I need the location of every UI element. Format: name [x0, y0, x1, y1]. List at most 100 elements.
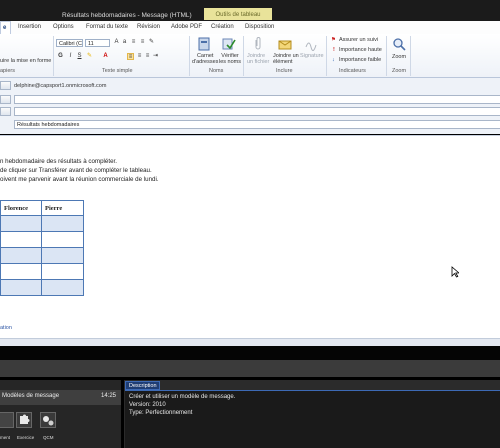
tab-description[interactable]: Description	[125, 381, 160, 390]
flag-icon: ⚑	[331, 37, 336, 43]
message-body[interactable]: n hebdomadaire des résultats à compléter…	[0, 135, 500, 339]
tab-creation[interactable]: Création	[211, 24, 234, 30]
attach-item-icon[interactable]	[278, 37, 292, 51]
low-importance-button[interactable]: Importance faible	[339, 57, 381, 63]
table-cell[interactable]	[0, 231, 42, 248]
tab-options[interactable]: Options	[53, 24, 74, 30]
table-cell[interactable]	[41, 263, 84, 280]
subject-field[interactable]: Résultats hebdomadaires	[14, 120, 500, 129]
attach-item-button[interactable]: Joindre un élément	[273, 53, 299, 65]
signature-icon	[305, 42, 317, 51]
numbering-icon[interactable]: ≡	[139, 39, 146, 46]
cc-button[interactable]	[0, 107, 11, 116]
ribbon: uire la mise en forme apiers Calibri (C …	[0, 34, 500, 78]
table-row	[0, 231, 84, 248]
description-line: Créer et utiliser un modèle de message.	[129, 394, 236, 400]
separator	[189, 36, 190, 76]
people-pane-bar	[0, 338, 500, 346]
table-cell[interactable]	[0, 279, 42, 296]
table-cell[interactable]	[0, 215, 42, 232]
paperclip-icon	[255, 37, 261, 50]
signature-button[interactable]: Signature	[300, 53, 324, 59]
follow-up-button[interactable]: Assurer un suivi	[339, 37, 378, 43]
align-left-icon[interactable]: ≡	[127, 53, 134, 60]
document-icon[interactable]	[0, 412, 14, 428]
italic-icon[interactable]: I	[67, 53, 74, 60]
table-tools-contextual-tab: Outils de tableau	[204, 8, 272, 20]
tab-insertion[interactable]: Insertion	[18, 24, 41, 30]
separator	[243, 36, 244, 76]
player-separator	[0, 346, 500, 360]
tab-adobe-pdf[interactable]: Adobe PDF	[171, 24, 202, 30]
body-line: oivent me parvenir avant la réunion comm…	[0, 176, 159, 183]
table-cell[interactable]	[41, 247, 84, 264]
separator	[386, 36, 387, 76]
address-book-button[interactable]: Carnet d'adresses	[192, 53, 218, 65]
bold-icon[interactable]: G	[57, 53, 64, 60]
tab-review[interactable]: Révision	[137, 24, 160, 30]
highlight-icon[interactable]: ✎	[86, 53, 93, 60]
lesson-duration: 14:25	[101, 393, 117, 399]
table-cell[interactable]	[0, 247, 42, 264]
body-line: n hebdomadaire des résultats à compléter…	[0, 158, 117, 165]
names-group-label: Noms	[209, 68, 224, 74]
to-button[interactable]	[0, 95, 11, 104]
format-painter-button[interactable]: uire la mise en forme	[0, 58, 51, 64]
gears-icon[interactable]	[40, 412, 56, 428]
low-importance-icon: ↓	[332, 57, 335, 63]
table-header-pierre: Pierre	[41, 200, 84, 216]
table-cell[interactable]	[41, 215, 84, 232]
separator	[410, 36, 411, 76]
tool-caption: Exercice	[17, 435, 35, 440]
ribbon-tabs: e Insertion Options Format du texte Révi…	[0, 21, 500, 35]
basic-text-group-label: Texte simple	[102, 68, 133, 74]
clear-format-icon[interactable]: ✎	[148, 39, 155, 46]
table-header-florence: Florence	[0, 200, 42, 216]
message-header-fields: delphine@capsport1.onmicrosoft.com Résul…	[0, 78, 500, 134]
shrink-font-icon[interactable]: a	[121, 39, 128, 46]
font-name-combo[interactable]: Calibri (C	[56, 39, 83, 47]
to-field[interactable]	[14, 95, 500, 104]
attach-file-button[interactable]: Joindre un fichier	[247, 53, 269, 65]
align-center-icon[interactable]: ≡	[136, 53, 143, 60]
lesson-title: Modèles de message	[2, 393, 60, 399]
grow-font-icon[interactable]: A	[113, 39, 120, 46]
tool-caption: QCM	[43, 435, 54, 440]
table-row	[0, 279, 84, 296]
table-cell[interactable]	[41, 279, 84, 296]
align-right-icon[interactable]: ≡	[144, 53, 151, 60]
table-row	[0, 247, 84, 264]
address-book-icon[interactable]	[197, 37, 211, 51]
check-names-button[interactable]: Vérifier les noms	[219, 53, 241, 65]
tool-caption: ment	[0, 435, 11, 440]
tab-layout[interactable]: Disposition	[245, 24, 274, 30]
font-color-icon[interactable]: A	[102, 53, 109, 60]
table-row	[0, 263, 84, 280]
tab-message[interactable]: e	[0, 21, 12, 34]
font-size-combo[interactable]: 11	[85, 39, 110, 47]
description-line: Type: Perfectionnement	[129, 410, 193, 416]
high-importance-button[interactable]: Importance haute	[339, 47, 382, 53]
from-button[interactable]	[0, 81, 11, 90]
table-cell[interactable]	[41, 231, 84, 248]
underline-icon[interactable]: S	[76, 53, 83, 60]
indent-icon[interactable]: ⇥	[152, 53, 159, 60]
zoom-button[interactable]: Zoom	[392, 54, 406, 60]
mouse-cursor-icon	[451, 266, 459, 278]
puzzle-icon[interactable]	[16, 412, 32, 428]
separator	[326, 36, 327, 76]
table-cell[interactable]	[0, 263, 42, 280]
separator	[53, 36, 54, 76]
window-title: Résultats hebdomadaires - Message (HTML)	[62, 12, 192, 19]
magnifier-icon[interactable]	[392, 37, 406, 51]
body-line: de cliquer sur Transférer avant de compl…	[0, 167, 152, 174]
zoom-group-label: Zoom	[392, 68, 407, 74]
cc-field[interactable]	[14, 107, 500, 116]
check-names-icon[interactable]	[222, 37, 236, 51]
bullets-icon[interactable]: ≡	[130, 39, 137, 46]
signature-text: ation	[0, 325, 12, 331]
tags-group-label: Indicateurs	[339, 68, 366, 74]
tab-format-text[interactable]: Format du texte	[86, 24, 128, 30]
results-table[interactable]: Florence Pierre	[0, 200, 84, 296]
table-header-row: Florence Pierre	[0, 200, 84, 216]
